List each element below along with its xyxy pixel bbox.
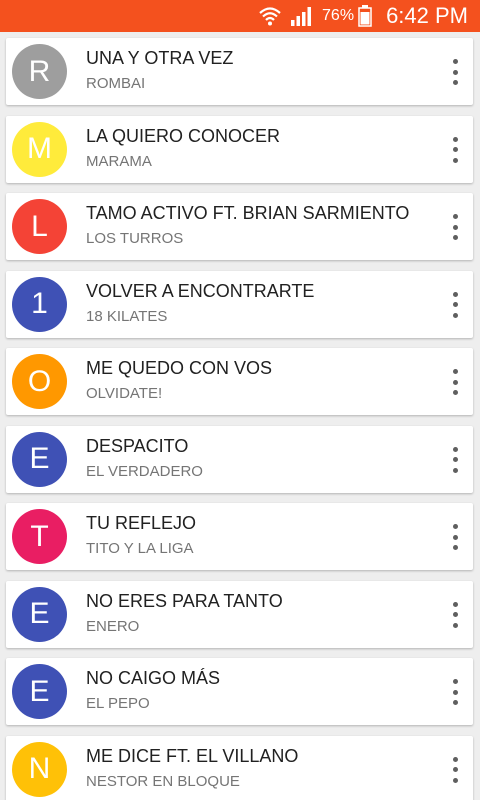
more-options-icon[interactable] (445, 445, 465, 475)
dot (452, 390, 458, 395)
dot (452, 700, 458, 705)
song-card[interactable]: E NO CAIGO MÁS EL PEPO (6, 658, 473, 725)
dot (452, 69, 458, 75)
song-card[interactable]: E NO ERES PARA TANTO ENERO (6, 580, 473, 648)
signal-icon (290, 5, 314, 27)
song-title: TAMO ACTIVO FT. BRIAN SARMIENTO (86, 203, 410, 223)
dot (452, 767, 458, 772)
song-artist: NESTOR EN BLOQUE (86, 772, 240, 790)
wifi-icon (258, 5, 282, 27)
more-options-icon[interactable] (445, 755, 465, 785)
more-options-icon[interactable] (445, 290, 465, 320)
battery-percent: 76% (322, 7, 355, 24)
more-options-icon[interactable] (445, 600, 465, 630)
more-options-icon[interactable] (445, 135, 465, 165)
song-avatar: M (12, 121, 67, 177)
song-title: UNA Y OTRA VEZ (86, 48, 234, 68)
dot (452, 679, 458, 684)
song-title: DESPACITO (86, 435, 189, 456)
song-artist: TITO Y LA LIGA (86, 540, 194, 557)
dot (452, 59, 458, 64)
dot (452, 302, 458, 307)
song-card[interactable]: M LA QUIERO CONOCER MARAMA (6, 115, 473, 183)
status-clock: 6:42 PM (386, 3, 468, 28)
song-artist: ENERO (86, 617, 140, 635)
dot (452, 612, 458, 617)
dot (452, 777, 458, 783)
song-avatar: O (12, 354, 67, 409)
song-card[interactable]: R UNA Y OTRA VEZ ROMBAI (6, 38, 473, 105)
dot (452, 157, 458, 163)
song-artist: ROMBAI (86, 75, 146, 92)
dot (452, 379, 458, 385)
song-artist: OLVIDATE! (86, 385, 163, 402)
more-options-icon[interactable] (445, 522, 465, 552)
song-title: LA QUIERO CONOCER (86, 125, 281, 146)
song-avatar: R (12, 44, 67, 99)
dot (452, 291, 458, 297)
song-avatar: N (12, 741, 67, 797)
dot (452, 136, 458, 142)
song-avatar: 1 (12, 276, 67, 332)
dot (452, 214, 458, 219)
song-artist: EL PEPO (86, 695, 150, 712)
dot (452, 446, 458, 452)
status-bar: 76% 6:42 PM (0, 0, 480, 32)
more-options-icon[interactable] (445, 57, 465, 87)
dot (452, 534, 458, 540)
song-card[interactable]: O ME QUEDO CON VOS OLVIDATE! (6, 348, 473, 415)
song-title: NO CAIGO MÁS (86, 668, 221, 688)
song-avatar: E (12, 586, 67, 642)
song-title: TU REFLEJO (86, 513, 197, 533)
more-options-icon[interactable] (445, 677, 465, 707)
dot (452, 545, 458, 550)
dot (452, 689, 458, 695)
song-card[interactable]: N ME DICE FT. EL VILLANO NESTOR EN BLOQUE (6, 735, 473, 800)
dot (452, 369, 458, 374)
dot (452, 622, 458, 628)
song-title: ME DICE FT. EL VILLANO (86, 745, 299, 766)
dot (452, 80, 458, 85)
dot (452, 601, 458, 607)
song-artist: 18 KILATES (86, 307, 168, 325)
dot (452, 467, 458, 473)
dot (452, 457, 458, 462)
dot (452, 147, 458, 152)
dot (452, 224, 458, 230)
song-artist: LOS TURROS (86, 230, 184, 247)
dot (452, 235, 458, 240)
song-card[interactable]: T TU REFLEJO TITO Y LA LIGA (6, 503, 473, 570)
song-avatar: T (12, 509, 67, 564)
song-avatar: E (12, 431, 67, 487)
dot (452, 756, 458, 762)
dot (452, 312, 458, 318)
song-card[interactable]: E DESPACITO EL VERDADERO (6, 425, 473, 493)
song-avatar: L (12, 199, 67, 254)
song-card[interactable]: 1 VOLVER A ENCONTRARTE 18 KILATES (6, 270, 473, 338)
dot (452, 524, 458, 529)
more-options-icon[interactable] (445, 212, 465, 242)
song-avatar: E (12, 664, 67, 719)
song-card[interactable]: L TAMO ACTIVO FT. BRIAN SARMIENTO LOS TURR… (6, 193, 473, 260)
song-title: ME QUEDO CON VOS (86, 358, 273, 378)
song-artist: EL VERDADERO (86, 462, 203, 480)
battery-icon (358, 5, 372, 27)
song-artist: MARAMA (86, 152, 152, 170)
song-title: NO ERES PARA TANTO (86, 590, 283, 611)
more-options-icon[interactable] (445, 367, 465, 397)
song-title: VOLVER A ENCONTRARTE (86, 280, 315, 301)
